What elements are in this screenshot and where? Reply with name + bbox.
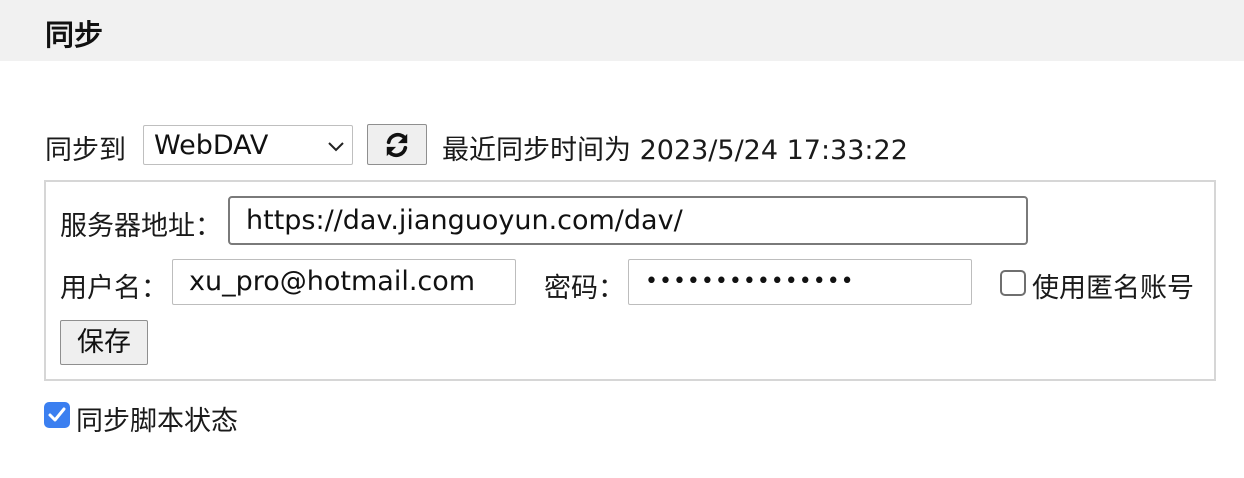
save-button[interactable]: 保存: [60, 320, 148, 365]
username-label: 用户名：: [60, 273, 168, 304]
refresh-icon: [386, 132, 408, 158]
sync-to-label: 同步到: [45, 135, 126, 166]
password-label: 密码：: [544, 273, 625, 304]
chevron-down-icon: [328, 142, 344, 152]
section-header: 同步: [0, 0, 1244, 61]
server-address-input[interactable]: https://dav.jianguoyun.com/dav/: [228, 196, 1028, 245]
last-sync-time: 最近同步时间为 2023/5/24 17:33:22: [442, 135, 908, 166]
sync-target-select[interactable]: WebDAV: [143, 125, 353, 165]
password-input[interactable]: •••••••••••••••: [628, 259, 972, 305]
anonymous-account-checkbox[interactable]: [1000, 270, 1026, 296]
sync-script-state-label[interactable]: 同步脚本状态: [76, 399, 238, 438]
checkmark-icon: [48, 407, 66, 422]
section-title: 同步: [45, 18, 104, 52]
refresh-sync-button[interactable]: [367, 124, 427, 165]
username-input[interactable]: xu_pro@hotmail.com: [172, 259, 516, 305]
anonymous-account-label[interactable]: 使用匿名账号: [1032, 266, 1194, 305]
sync-target-value: WebDAV: [154, 130, 269, 161]
server-address-label: 服务器地址：: [60, 211, 222, 242]
sync-script-state-checkbox[interactable]: [44, 402, 70, 428]
